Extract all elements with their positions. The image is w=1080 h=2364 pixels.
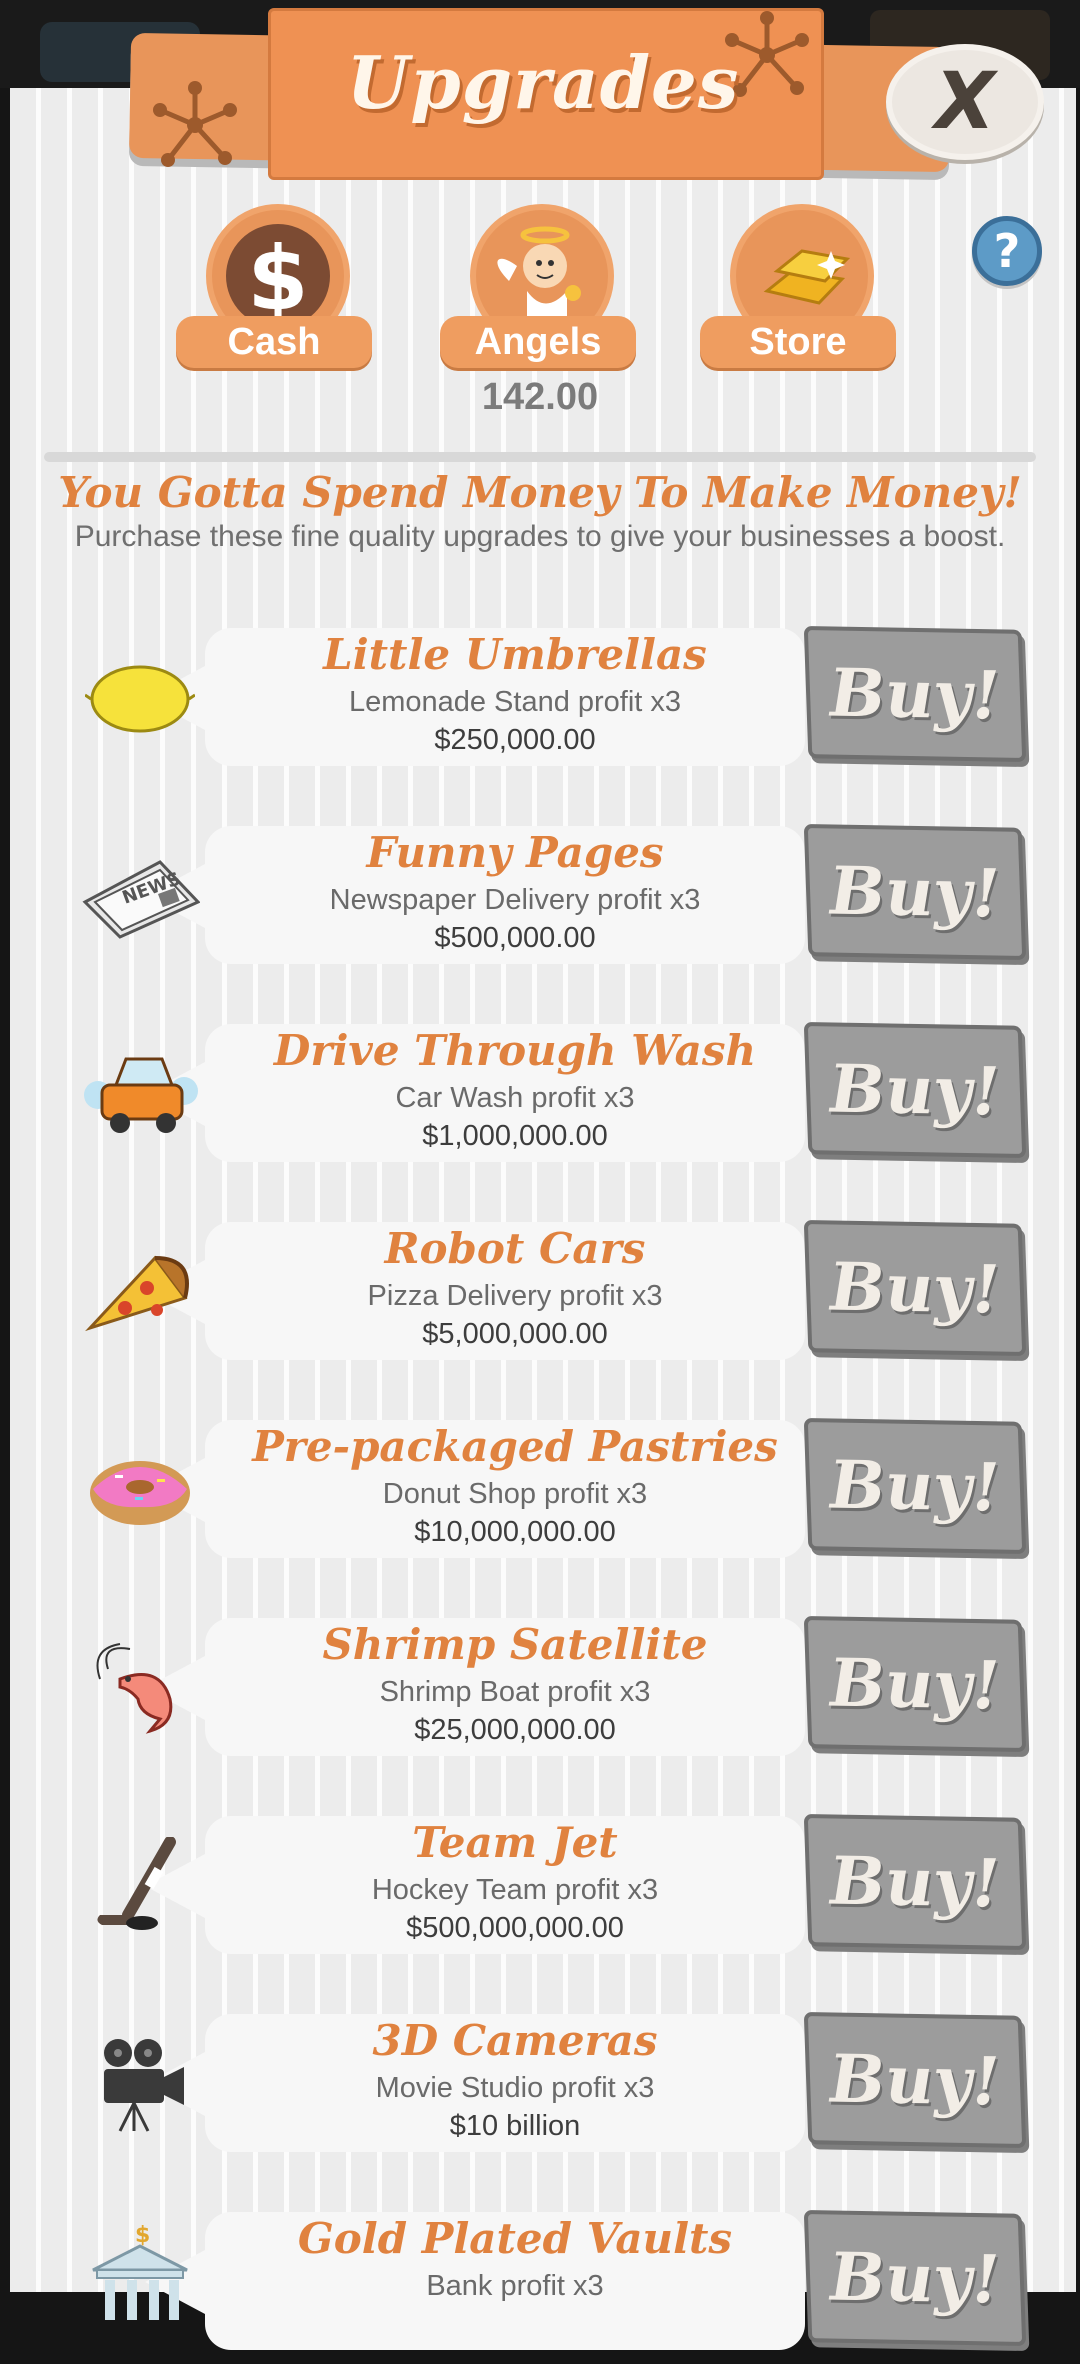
upgrade-row: Shrimp Satellite Shrimp Boat profit x3 $…	[0, 1590, 1080, 1770]
upgrade-description: Bank profit x3	[426, 2270, 604, 2302]
upgrade-price: $5,000,000.00	[422, 1318, 608, 1350]
buy-button[interactable]: Buy!	[803, 1616, 1027, 1752]
upgrade-description: Car Wash profit x3	[395, 1082, 635, 1114]
buy-button[interactable]: Buy!	[803, 1814, 1027, 1950]
tab-cash[interactable]: $ Cash	[176, 204, 376, 374]
upgrade-title: Drive Through Wash	[273, 1026, 757, 1075]
upgrade-description: Donut Shop profit x3	[382, 1478, 648, 1510]
movie-camera-icon	[80, 2030, 200, 2140]
upgrade-description: Newspaper Delivery profit x3	[329, 884, 701, 916]
buy-button[interactable]: Buy!	[803, 2210, 1027, 2346]
upgrade-row: Drive Through Wash Car Wash profit x3 $1…	[0, 996, 1080, 1176]
tab-store-label[interactable]: Store	[700, 316, 896, 368]
upgrade-title: Gold Plated Vaults	[297, 2214, 733, 2263]
buy-button[interactable]: Buy!	[803, 1220, 1027, 1356]
angels-count[interactable]: 142.00	[442, 376, 638, 419]
car-wash-icon	[80, 1040, 200, 1150]
upgrade-price: $1,000,000.00	[422, 1120, 608, 1152]
shrimp-icon	[80, 1634, 200, 1744]
upgrade-price: $250,000.00	[434, 724, 596, 756]
buy-button[interactable]: Buy!	[803, 1022, 1027, 1158]
upgrade-description: Shrimp Boat profit x3	[379, 1676, 651, 1708]
upgrade-row: NEWS Funny Pages Newspaper Delivery prof…	[0, 798, 1080, 978]
newspaper-icon: NEWS	[80, 842, 200, 952]
buy-button[interactable]: Buy!	[803, 626, 1027, 762]
upgrade-row: Team Jet Hockey Team profit x3 $500,000,…	[0, 1788, 1080, 1968]
buy-button[interactable]: Buy!	[803, 2012, 1027, 2148]
upgrade-title: Robot Cars	[384, 1224, 646, 1273]
svg-text:$: $	[247, 227, 308, 330]
upgrade-description: Pizza Delivery profit x3	[367, 1280, 663, 1312]
donut-icon	[80, 1436, 200, 1546]
upgrade-title: Team Jet	[412, 1818, 618, 1867]
buy-button[interactable]: Buy!	[803, 1418, 1027, 1554]
page-title: Upgrades	[346, 40, 740, 125]
upgrade-price: $500,000,000.00	[406, 1912, 624, 1944]
intro-headline: You Gotta Spend Money To Make Money!	[58, 468, 1022, 517]
intro-subline: Purchase these fine quality upgrades to …	[74, 520, 1006, 553]
tab-store[interactable]: Store	[700, 204, 900, 374]
upgrade-price: $10 billion	[449, 2110, 581, 2142]
upgrade-description: Lemonade Stand profit x3	[348, 686, 682, 718]
upgrade-row: Pre-packaged Pastries Donut Shop profit …	[0, 1392, 1080, 1572]
tab-angels-label[interactable]: Angels	[440, 316, 636, 368]
starburst-decoration-icon	[153, 81, 237, 167]
upgrade-title: Funny Pages	[366, 828, 664, 877]
divider	[44, 452, 1036, 462]
upgrade-row: Little Umbrellas Lemonade Stand profit x…	[0, 600, 1080, 780]
buy-button[interactable]: Buy!	[803, 824, 1027, 960]
svg-text:$: $	[135, 2223, 150, 2248]
upgrade-price: $25,000,000.00	[414, 1714, 616, 1746]
upgrade-title: Little Umbrellas	[323, 630, 707, 679]
upgrade-description: Hockey Team profit x3	[371, 1874, 659, 1906]
upgrade-description: Movie Studio profit x3	[375, 2072, 655, 2104]
close-button[interactable]: X	[886, 44, 1044, 160]
upgrade-row: Robot Cars Pizza Delivery profit x3 $5,0…	[0, 1194, 1080, 1374]
upgrade-title: 3D Cameras	[372, 2016, 658, 2065]
tab-angels[interactable]: Angels	[440, 204, 640, 374]
upgrade-row: $ Gold Plated Vaults Bank profit x3 Buy!	[0, 2184, 1080, 2364]
bank-icon: $	[80, 2220, 200, 2330]
help-button[interactable]: ?	[972, 216, 1042, 286]
upgrade-price: $500,000.00	[434, 922, 596, 954]
upgrade-row: 3D Cameras Movie Studio profit x3 $10 bi…	[0, 1986, 1080, 2166]
upgrade-title: Shrimp Satellite	[322, 1620, 708, 1669]
lemon-icon	[80, 644, 200, 754]
hockey-stick-icon	[80, 1832, 200, 1942]
upgrade-price: $10,000,000.00	[414, 1516, 616, 1548]
pizza-slice-icon	[80, 1238, 200, 1348]
tab-cash-label[interactable]: Cash	[176, 316, 372, 368]
upgrade-title: Pre-packaged Pastries	[252, 1422, 778, 1471]
